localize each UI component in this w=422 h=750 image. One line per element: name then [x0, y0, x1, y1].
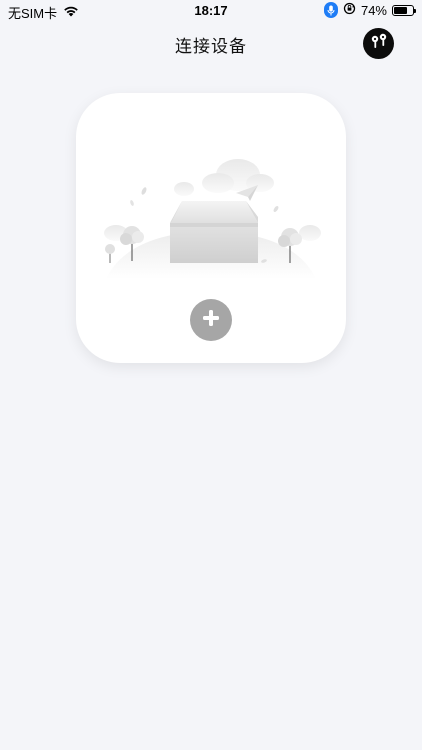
add-device-card[interactable] — [76, 93, 346, 363]
earbuds-icon — [369, 31, 389, 56]
battery-fill — [394, 6, 408, 14]
nav-bar: 连接设备 — [0, 26, 422, 62]
microphone-icon — [323, 2, 338, 18]
plus-icon — [201, 308, 221, 333]
earbuds-button[interactable] — [363, 28, 394, 59]
empty-box-illustration — [98, 151, 324, 291]
status-right: 74% — [323, 2, 416, 18]
add-device-button[interactable] — [190, 299, 232, 341]
screen: 无SIM卡 18:17 74% 连接设备 — [0, 0, 422, 750]
battery-icon — [392, 4, 416, 16]
orientation-lock-icon — [343, 2, 356, 18]
battery-percent: 74% — [360, 2, 387, 18]
page-title: 连接设备 — [175, 37, 247, 56]
status-bar: 无SIM卡 18:17 74% — [0, 0, 422, 22]
